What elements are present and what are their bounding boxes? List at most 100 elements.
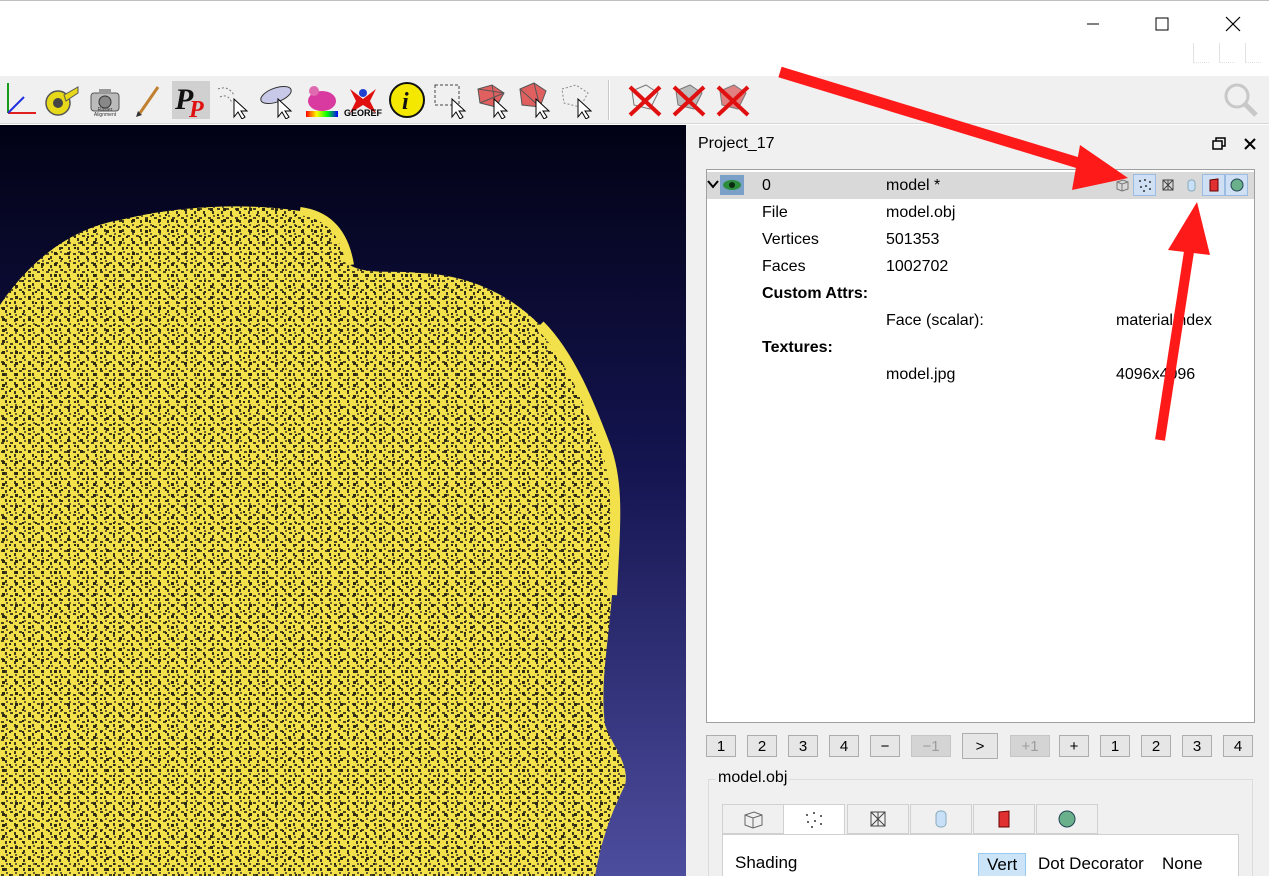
shading-option-vert[interactable]: Vert [978, 853, 1027, 876]
dock-splitter[interactable] [686, 125, 694, 876]
panel-titlebar: Project_17 [694, 128, 1269, 158]
log-pager: 1 2 3 4 − −1 > +1 + 1 2 3 4 [706, 733, 1255, 759]
close-panel-icon[interactable] [1243, 137, 1257, 151]
axes-icon[interactable] [0, 80, 38, 120]
point-cloud-mesh [0, 206, 626, 876]
tab-red-box[interactable] [973, 804, 1035, 834]
box-icon[interactable] [1110, 174, 1133, 196]
pager-button[interactable]: +1 [1010, 735, 1050, 757]
layer-tree: 0 model * File model.obj Vertices 501353… [706, 169, 1255, 723]
row-value: Face (scalar): [886, 312, 984, 329]
pager-button[interactable]: 1 [706, 735, 736, 757]
tab-box[interactable] [722, 804, 784, 834]
shading-label: Shading [735, 853, 798, 872]
row-value: 501353 [886, 231, 940, 248]
select-vertices-icon[interactable] [558, 80, 596, 120]
pager-button[interactable]: 4 [1223, 735, 1253, 757]
select-faces-icon[interactable] [474, 80, 512, 120]
faint-toolbar-icons [1193, 43, 1261, 63]
tree-row-textures: Textures: [707, 334, 1254, 361]
row-label: Textures: [762, 339, 833, 356]
shading-pane: Shading Vert Dot Decorator None [722, 834, 1239, 876]
select-faces-rect-icon[interactable] [432, 80, 470, 120]
raster-alignment-label: Raster Alignment [93, 107, 117, 118]
layer-dialog: Project_17 0 model * File model.obj Vert… [694, 125, 1269, 876]
pager-button[interactable]: + [1059, 735, 1089, 757]
tree-row-vertices: Vertices 501353 [707, 226, 1254, 253]
delete-selected-vertices-icon[interactable] [670, 80, 708, 120]
pager-button[interactable]: − [870, 735, 900, 757]
minimize-icon [1087, 23, 1099, 25]
delete-selected-faces-icon[interactable] [626, 80, 664, 120]
points-icon [806, 811, 822, 828]
tree-row-faces: Faces 1002702 [707, 253, 1254, 280]
layer-id: 0 [762, 177, 771, 194]
paint-brush-icon[interactable] [130, 80, 168, 120]
georef-icon[interactable]: GEOREF [344, 80, 382, 120]
pager-button[interactable]: 3 [788, 735, 818, 757]
pager-button[interactable]: 3 [1182, 735, 1212, 757]
pager-button[interactable]: 4 [829, 735, 859, 757]
close-icon [1225, 16, 1241, 32]
decorator-group-title: model.obj [716, 769, 790, 787]
delete-faces-and-vertices-icon[interactable] [714, 80, 752, 120]
tree-row-texture: model.jpg 4096x4096 [707, 361, 1254, 388]
toolbar-separator [608, 80, 610, 120]
close-window-button[interactable] [1210, 9, 1256, 39]
pager-button[interactable]: 2 [1141, 735, 1171, 757]
wireframe-icon [870, 811, 886, 827]
row-value: 1002702 [886, 258, 949, 275]
textured-sphere-icon[interactable] [1225, 174, 1248, 196]
pager-button[interactable]: 2 [747, 735, 777, 757]
red-box-icon [998, 810, 1010, 828]
maximize-button[interactable] [1139, 9, 1185, 39]
tab-cylinder[interactable] [910, 804, 972, 834]
red-box-icon[interactable] [1202, 174, 1225, 196]
svg-text:P: P [188, 97, 204, 119]
tab-points[interactable] [783, 804, 845, 835]
point-picking-icon[interactable] [214, 80, 252, 120]
row-extra: 4096x4096 [1116, 366, 1196, 383]
tree-row-file: File model.obj [707, 199, 1254, 226]
decorator-icons [1110, 174, 1248, 196]
tab-wireframe[interactable] [847, 804, 909, 834]
shading-option-dot-decorator[interactable]: Dot Decorator [1030, 853, 1152, 875]
layer-row[interactable]: 0 model * [707, 172, 1254, 199]
shading-option-none[interactable]: None [1154, 853, 1211, 875]
info-icon[interactable]: i [388, 80, 426, 120]
minimize-button[interactable] [1070, 9, 1116, 39]
textured-sphere-icon [1058, 810, 1076, 828]
eye-icon[interactable] [720, 175, 744, 195]
row-label: File [762, 204, 788, 221]
render-tabs [722, 804, 1102, 835]
color-bunny-icon[interactable] [302, 80, 340, 120]
window-titlebar [0, 0, 1269, 76]
layer-name: model * [886, 177, 941, 194]
search-icon[interactable] [1222, 80, 1260, 120]
maximize-icon [1155, 17, 1169, 31]
select-connected-icon[interactable] [516, 80, 554, 120]
pick-points-icon[interactable]: PP [172, 80, 210, 120]
align-tool-icon[interactable] [258, 80, 296, 120]
points-icon[interactable] [1133, 174, 1156, 196]
wireframe-icon[interactable] [1156, 174, 1179, 196]
main-toolbar: Raster Alignment PP GEOREF i [0, 76, 1269, 124]
pager-button[interactable]: 1 [1100, 735, 1130, 757]
row-value: model.obj [886, 204, 956, 221]
3d-viewport[interactable] [0, 125, 686, 876]
box-icon [744, 811, 763, 829]
measure-tape-icon[interactable] [42, 80, 80, 120]
row-label: Vertices [762, 231, 819, 248]
georef-label: GEOREF [344, 108, 383, 118]
pager-button[interactable]: > [962, 733, 998, 759]
cylinder-icon[interactable] [1179, 174, 1202, 196]
pager-button[interactable]: −1 [911, 735, 951, 757]
cylinder-icon [935, 810, 947, 828]
chevron-down-icon[interactable] [707, 178, 719, 190]
project-title: Project_17 [698, 135, 775, 152]
camera-raster-icon[interactable]: Raster Alignment [86, 80, 124, 120]
tab-textured-sphere[interactable] [1036, 804, 1098, 834]
float-panel-icon[interactable] [1212, 137, 1226, 151]
svg-text:i: i [402, 89, 409, 115]
row-extra: materialIndex [1116, 312, 1213, 329]
